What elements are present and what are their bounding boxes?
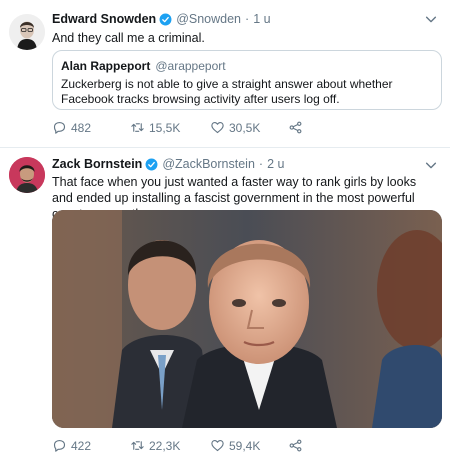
retweet-button[interactable]: 15,5K xyxy=(130,120,180,135)
quoted-author-handle: @arappeport xyxy=(155,59,226,73)
tweet-text: And they call me a criminal. xyxy=(52,31,205,45)
like-button[interactable]: 59,4K xyxy=(210,438,260,453)
verified-badge-icon xyxy=(145,158,158,170)
reply-button[interactable]: 422 xyxy=(52,438,91,453)
author-handle[interactable]: @Snowden xyxy=(176,12,241,26)
share-button[interactable] xyxy=(288,120,307,135)
heart-icon xyxy=(211,121,224,134)
avatar[interactable] xyxy=(9,14,45,50)
like-count: 30,5K xyxy=(229,120,261,135)
tweet[interactable]: Zack Bornstein @ZackBornstein · 2 u That… xyxy=(0,148,450,464)
reply-count: 422 xyxy=(71,438,92,453)
tweet[interactable]: Edward Snowden @Snowden · 1 u And they c… xyxy=(0,0,450,148)
quoted-tweet[interactable]: Alan Rappeport @arappeport Zuckerberg is… xyxy=(52,50,442,110)
author-name[interactable]: Zack Bornstein xyxy=(52,157,142,171)
timestamp[interactable]: 2 u xyxy=(267,157,284,171)
timestamp[interactable]: 1 u xyxy=(253,12,270,26)
retweet-button[interactable]: 22,3K xyxy=(130,438,180,453)
chevron-down-icon[interactable] xyxy=(424,12,438,26)
retweet-count: 15,5K xyxy=(149,120,181,135)
quoted-tweet-text: Zuckerberg is not able to give a straigh… xyxy=(61,77,393,106)
separator-dot: · xyxy=(245,12,250,26)
retweet-icon xyxy=(131,123,144,132)
reply-icon xyxy=(53,439,66,452)
separator-dot: · xyxy=(258,157,264,171)
like-count: 59,4K xyxy=(229,438,261,453)
retweet-icon xyxy=(131,441,144,450)
heart-icon xyxy=(211,439,224,452)
retweet-count: 22,3K xyxy=(149,438,181,453)
author-name[interactable]: Edward Snowden xyxy=(52,12,156,26)
tweet-photo[interactable] xyxy=(52,210,442,428)
quoted-tweet-header: Alan Rappeport @arappeport xyxy=(61,59,226,73)
share-icon xyxy=(289,121,302,134)
chevron-down-icon[interactable] xyxy=(424,158,438,172)
share-button[interactable] xyxy=(288,438,307,453)
reply-count: 482 xyxy=(71,120,92,135)
tweet-header: Edward Snowden @Snowden · 1 u xyxy=(52,12,271,26)
quoted-author-name: Alan Rappeport xyxy=(61,59,151,73)
share-icon xyxy=(289,439,302,452)
author-handle[interactable]: @ZackBornstein xyxy=(162,157,255,171)
like-button[interactable]: 30,5K xyxy=(210,120,260,135)
avatar[interactable] xyxy=(9,157,45,193)
reply-icon xyxy=(53,121,66,134)
verified-badge-icon xyxy=(159,13,172,25)
reply-button[interactable]: 482 xyxy=(52,120,91,135)
tweet-header: Zack Bornstein @ZackBornstein · 2 u xyxy=(52,157,284,171)
